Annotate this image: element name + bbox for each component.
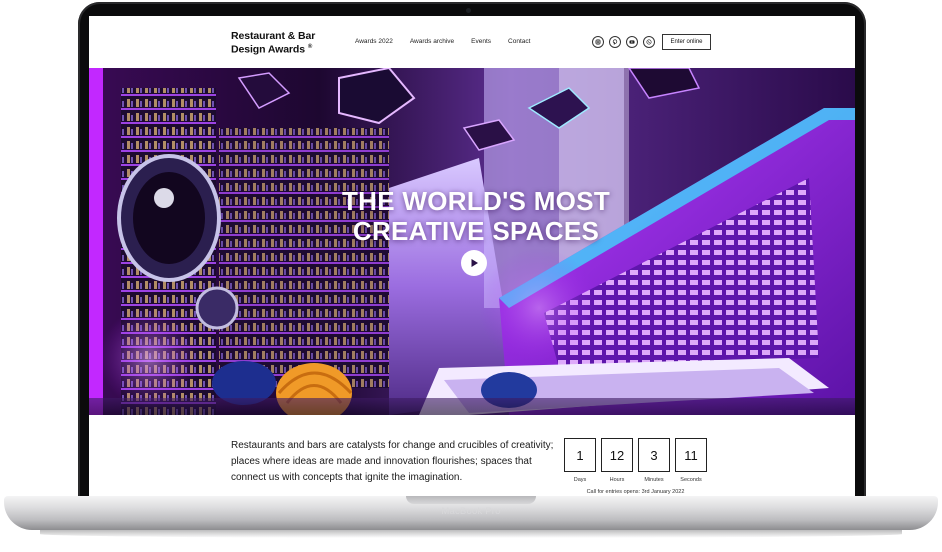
laptop-notch	[406, 496, 536, 504]
whatsapp-icon[interactable]	[643, 36, 655, 48]
countdown-label: Minutes	[644, 477, 664, 483]
countdown-value: 1	[564, 438, 596, 472]
laptop-screen: Restaurant & Bar Design Awards ® Awards …	[89, 16, 855, 496]
countdown-value: 12	[601, 438, 633, 472]
play-icon	[471, 259, 478, 267]
webcam-icon	[466, 8, 471, 13]
countdown: 1 Days 12 Hours 3 Minutes 11 Seconds	[564, 438, 707, 483]
device-label: MacBook Pro	[441, 506, 501, 517]
intro-text: Restaurants and bars are catalysts for c…	[231, 440, 554, 483]
countdown-label: Days	[573, 477, 587, 483]
nav-awards-archive[interactable]: Awards archive	[410, 38, 454, 45]
enter-online-button[interactable]: Enter online	[662, 34, 711, 50]
laptop-shadow	[40, 530, 902, 538]
nav-events[interactable]: Events	[471, 38, 491, 45]
hero-title: THE WORLD'S MOST CREATIVE SPACES	[301, 186, 651, 246]
nav-contact[interactable]: Contact	[508, 38, 530, 45]
countdown-seconds: 11 Seconds	[675, 438, 707, 483]
site-header: Restaurant & Bar Design Awards ® Awards …	[89, 16, 855, 68]
countdown-note: Call for entries opens: 3rd January 2022	[586, 489, 685, 495]
logo-line-1: Restaurant & Bar	[231, 30, 316, 42]
nav-awards-2022[interactable]: Awards 2022	[355, 38, 393, 45]
registered-mark: ®	[307, 44, 313, 50]
site-logo[interactable]: Restaurant & Bar Design Awards ®	[231, 31, 341, 56]
countdown-label: Seconds	[680, 477, 702, 483]
countdown-hours: 12 Hours	[601, 438, 633, 483]
social-links	[592, 36, 655, 48]
countdown-days: 1 Days	[564, 438, 596, 483]
logo-line-2: Design Awards ®	[231, 43, 313, 56]
countdown-value: 3	[638, 438, 670, 472]
main-nav: Awards 2022 Awards archive Events Contac…	[355, 38, 530, 45]
pinterest-icon[interactable]	[609, 36, 621, 48]
hero-title-line-2: CREATIVE SPACES	[352, 216, 600, 246]
countdown-minutes: 3 Minutes	[638, 438, 670, 483]
countdown-label: Hours	[609, 477, 625, 483]
hero-banner: THE WORLD'S MOST CREATIVE SPACES	[89, 68, 855, 415]
youtube-icon[interactable]	[626, 36, 638, 48]
instagram-icon[interactable]	[592, 36, 604, 48]
hero-title-line-1: THE WORLD'S MOST	[341, 186, 611, 216]
countdown-value: 11	[675, 438, 707, 472]
play-button[interactable]	[461, 250, 487, 276]
